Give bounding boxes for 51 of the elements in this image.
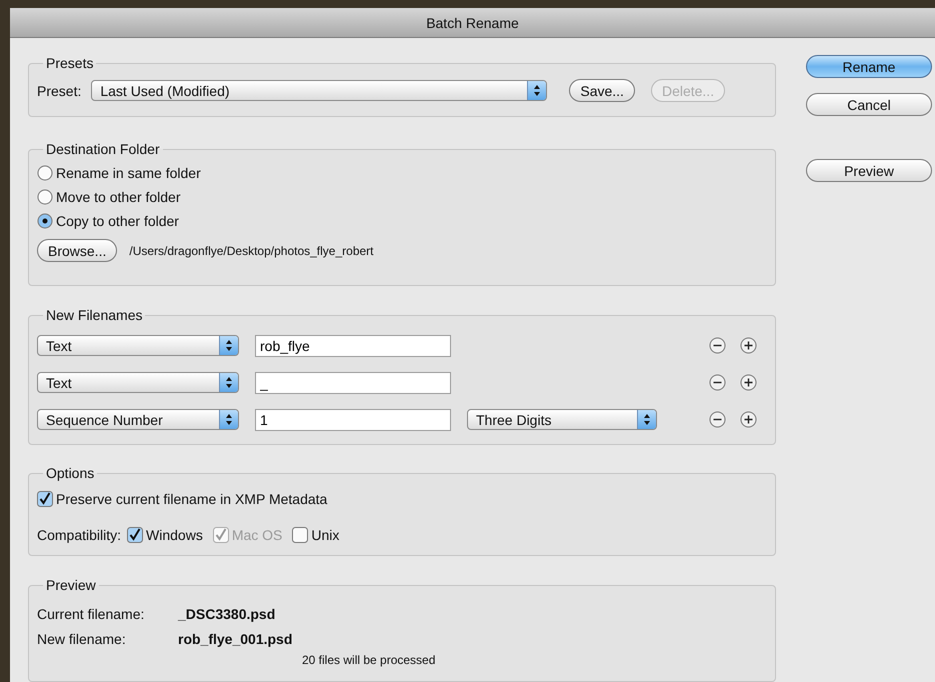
dialog-button[interactable]: Rename <box>806 55 932 78</box>
radio-button[interactable] <box>37 189 53 205</box>
folder-path: /Users/dragonflye/Desktop/photos_flye_robert <box>129 244 374 258</box>
filename-field[interactable]: 1 <box>255 408 451 430</box>
checkbox[interactable] <box>127 527 144 543</box>
type-dropdown[interactable]: Text <box>37 335 239 356</box>
checkbox-label: Unix <box>311 527 340 543</box>
checkbox-label: Mac OS <box>232 527 282 543</box>
dialog-button[interactable]: Preview <box>806 159 932 182</box>
checkbox-label: Preserve current filename in XMP Metadata <box>56 491 328 507</box>
filename-field[interactable]: _ <box>255 372 451 394</box>
files-count: 20 files will be processed <box>302 653 436 667</box>
preset-label: Preset: <box>37 82 82 98</box>
checkbox[interactable] <box>37 491 53 507</box>
browse-button[interactable]: Browse... <box>37 239 118 262</box>
remove-icon[interactable] <box>709 411 726 428</box>
new-filename-label: New filename: <box>37 631 127 647</box>
preset-button[interactable]: Save... <box>569 79 635 102</box>
stepper-arrows-icon <box>527 81 546 100</box>
section-title: New Filenames <box>45 307 144 323</box>
new-filename: rob_flye_001.psd <box>178 631 292 647</box>
format-dropdown[interactable]: Three Digits <box>467 409 657 430</box>
checkbox[interactable] <box>292 527 308 543</box>
compatibility-label: Compatibility: <box>37 527 122 543</box>
filename-field[interactable]: rob_flye <box>255 334 451 356</box>
current-filename-label: Current filename: <box>37 606 146 622</box>
current-filename: _DSC3380.psd <box>178 606 276 622</box>
preset-dropdown[interactable]: Last Used (Modified) <box>91 80 548 101</box>
window-title: Batch Rename <box>426 14 519 30</box>
checkbox-label: Windows <box>146 527 203 543</box>
type-dropdown[interactable]: Text <box>37 372 239 393</box>
add-icon[interactable] <box>740 337 757 354</box>
stepper-arrows-icon <box>219 336 238 355</box>
section-title: Presets <box>45 55 94 71</box>
stepper-arrows-icon <box>219 373 238 392</box>
add-icon[interactable] <box>740 374 757 391</box>
radio-button[interactable] <box>37 165 53 181</box>
radio-label: Rename in same folder <box>56 165 201 181</box>
section-title: Options <box>45 465 96 481</box>
remove-icon[interactable] <box>709 337 726 354</box>
type-dropdown[interactable]: Sequence Number <box>37 409 239 430</box>
dialog-button[interactable]: Cancel <box>806 93 932 116</box>
section-title: Destination Folder <box>45 141 161 157</box>
radio-label: Copy to other folder <box>56 213 179 229</box>
remove-icon[interactable] <box>709 374 726 391</box>
section-title: Preview <box>45 577 97 593</box>
radio-label: Move to other folder <box>56 189 181 205</box>
stepper-arrows-icon <box>637 410 656 429</box>
add-icon[interactable] <box>740 411 757 428</box>
radio-button[interactable] <box>37 213 53 229</box>
stepper-arrows-icon <box>219 410 238 429</box>
